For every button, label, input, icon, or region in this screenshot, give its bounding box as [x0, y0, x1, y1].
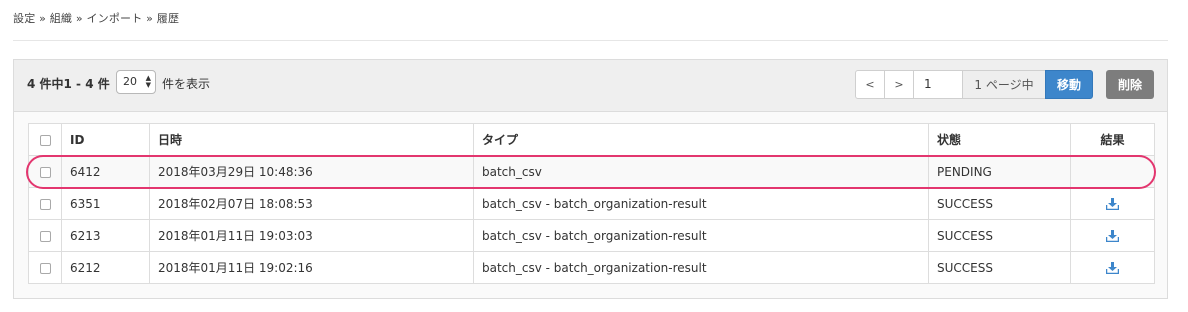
history-table: ID 日時 タイプ 状態 結果 6412 2018年03月29日 10:48:3…: [28, 123, 1155, 284]
row-select-cell: [28, 251, 62, 284]
row-datetime: 2018年02月07日 18:08:53: [149, 187, 474, 220]
row-type: batch_csv - batch_organization-result: [473, 187, 929, 220]
row-datetime: 2018年01月11日 19:03:03: [149, 219, 474, 252]
table-header-row: ID 日時 タイプ 状態 結果: [28, 123, 1155, 156]
select-arrows-icon: ▲ ▼: [145, 74, 151, 89]
page-number-input[interactable]: 1: [913, 70, 963, 99]
download-icon[interactable]: [1106, 198, 1119, 210]
row-result: [1070, 219, 1155, 252]
row-type: batch_csv - batch_organization-result: [473, 251, 929, 284]
per-page-select[interactable]: 20 ▲ ▼: [116, 70, 156, 94]
column-header-datetime[interactable]: 日時: [149, 123, 474, 156]
row-status: SUCCESS: [928, 251, 1071, 284]
table-row: 6213 2018年01月11日 19:03:03 batch_csv - ba…: [28, 219, 1155, 252]
row-select-cell: [28, 219, 62, 252]
row-checkbox[interactable]: [39, 230, 51, 242]
pagination: < > 1 1 ページ中 移動: [855, 70, 1093, 99]
table-row: 6351 2018年02月07日 18:08:53 batch_csv - ba…: [28, 187, 1155, 220]
column-header-id[interactable]: ID: [61, 123, 150, 156]
column-header-result: 結果: [1070, 123, 1155, 156]
row-status: SUCCESS: [928, 219, 1071, 252]
column-header-type[interactable]: タイプ: [473, 123, 929, 156]
column-header-status[interactable]: 状態: [928, 123, 1071, 156]
next-page-button[interactable]: >: [884, 70, 914, 99]
page-count-label: 1 ページ中: [962, 70, 1046, 99]
row-result: [1070, 155, 1155, 188]
row-id: 6351: [61, 187, 150, 220]
row-checkbox[interactable]: [39, 166, 51, 178]
row-status: PENDING: [928, 155, 1071, 188]
per-page-value: 20: [123, 75, 137, 88]
row-datetime: 2018年01月11日 19:02:16: [149, 251, 474, 284]
prev-page-button[interactable]: <: [855, 70, 885, 99]
row-select-cell: [28, 187, 62, 220]
download-icon[interactable]: [1106, 230, 1119, 242]
panel-toolbar: 4 件中1 - 4 件 20 ▲ ▼ 件を表示 < > 1 1 ページ中 移動 削…: [14, 60, 1167, 112]
row-id: 6212: [61, 251, 150, 284]
row-select-cell: [28, 155, 62, 188]
divider: [13, 40, 1168, 41]
delete-button[interactable]: 削除: [1106, 70, 1154, 99]
table-row: 6412 2018年03月29日 10:48:36 batch_csv PEND…: [28, 155, 1155, 188]
row-result: [1070, 251, 1155, 284]
row-type: batch_csv - batch_organization-result: [473, 219, 929, 252]
row-id: 6213: [61, 219, 150, 252]
row-checkbox[interactable]: [39, 262, 51, 274]
table-row: 6212 2018年01月11日 19:02:16 batch_csv - ba…: [28, 251, 1155, 284]
go-button[interactable]: 移動: [1045, 70, 1093, 99]
result-count: 4 件中1 - 4 件: [27, 77, 110, 91]
row-status: SUCCESS: [928, 187, 1071, 220]
download-icon[interactable]: [1106, 262, 1119, 274]
select-all-cell: [28, 123, 62, 156]
breadcrumb: 設定 » 組織 » インポート » 履歴: [13, 12, 180, 25]
import-history-panel: 4 件中1 - 4 件 20 ▲ ▼ 件を表示 < > 1 1 ページ中 移動 削…: [13, 59, 1168, 299]
select-all-checkbox[interactable]: [39, 134, 51, 146]
per-page-label: 件を表示: [162, 77, 211, 91]
row-datetime: 2018年03月29日 10:48:36: [149, 155, 474, 188]
row-result: [1070, 187, 1155, 220]
row-checkbox[interactable]: [39, 198, 51, 210]
row-id: 6412: [61, 155, 150, 188]
row-type: batch_csv: [473, 155, 929, 188]
